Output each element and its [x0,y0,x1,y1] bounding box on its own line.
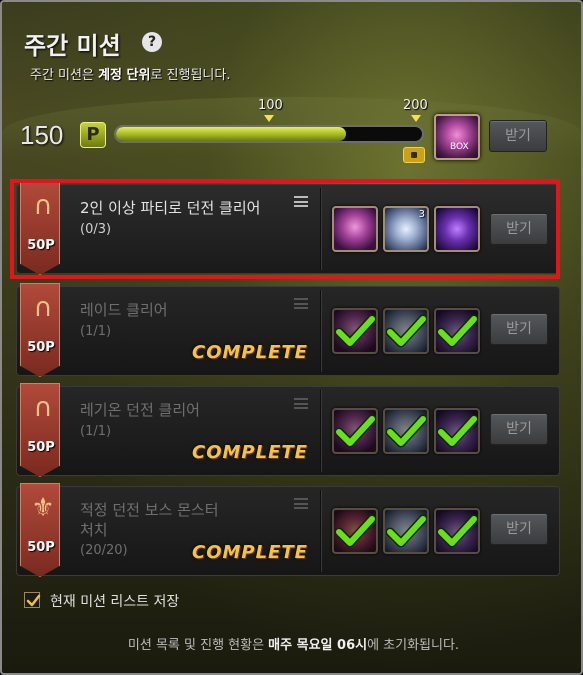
menu-icon[interactable] [294,398,308,409]
milestone-chest-icon [403,147,425,163]
tick-label-200: 200 [403,98,428,113]
checkmark-icon [335,514,375,548]
mission-name: 레이드 클리어 [80,301,168,319]
mission-row: ⚜ 50P 적정 던전 보스 몬스터 처치 (20/20) COMPLETE 받… [16,483,560,577]
row-divider [320,490,322,572]
checkbox-check-icon [26,594,41,607]
panel-title: 주간 미션 [24,32,121,60]
checkmark-icon [386,314,426,348]
checkmark-icon [335,314,375,348]
mission-points: 50P [27,340,55,355]
weekly-mission-panel: 주간 미션 ? 주간 미션은 계정 단위로 진행됩니다. 150 P 100 2… [0,0,583,675]
milestone-reward-chest-icon[interactable]: BOX [434,114,480,160]
row-divider [320,290,322,372]
arch-icon: ∩ [33,393,53,423]
checkmark-icon [386,414,426,448]
checkmark-icon [437,514,477,548]
mission-row: ∩ 50P 레기온 던전 클리어 (1/1) COMPLETE 받기 [16,383,560,477]
help-icon[interactable]: ? [142,32,162,52]
checkmark-icon [437,414,477,448]
claim-mission-button[interactable]: 받기 [490,413,548,445]
sword-icon: ⚜ [31,493,55,523]
row-divider [320,390,322,472]
selected-mission-highlight [10,179,560,279]
save-list-checkbox[interactable] [24,592,41,608]
mission-row: ∩ 50P 레이드 클리어 (1/1) COMPLETE 받기 [16,283,560,377]
claim-mission-button[interactable]: 받기 [490,513,548,545]
points-badge-icon: P [80,122,106,148]
points-progress-bar [114,125,424,143]
points-ribbon: ⚜ 50P [20,483,60,577]
menu-icon[interactable] [294,498,308,509]
panel-subtitle: 주간 미션은 계정 단위로 진행됩니다. [30,68,231,83]
mission-points: 50P [27,440,55,455]
tick-marker-200 [411,115,421,122]
mission-name: 레기온 던전 클리어 [80,401,200,419]
points-progress-fill [116,127,346,141]
mission-progress: (1/1) [80,324,112,339]
mission-name-line1: 적정 던전 보스 몬스터 [80,501,219,519]
points-ribbon: ∩ 50P [20,383,60,477]
points-ribbon: ∩ 50P [20,283,60,377]
checkmark-icon [437,314,477,348]
reset-notice: 미션 목록 및 진행 현황은 매주 목요일 06시에 초기화됩니다. [127,638,460,653]
mission-progress: (20/20) [80,543,128,558]
tick-marker-100 [264,115,274,122]
complete-stamp: COMPLETE [192,342,308,363]
checkmark-icon [335,414,375,448]
claim-mission-button[interactable]: 받기 [490,313,548,345]
claim-milestone-button[interactable]: 받기 [489,120,547,152]
mission-name-line2: 처치 [80,521,108,539]
mission-progress: (1/1) [80,424,112,439]
arch-icon: ∩ [33,293,53,323]
tick-label-100: 100 [258,98,283,113]
complete-stamp: COMPLETE [192,542,308,563]
save-list-label[interactable]: 현재 미션 리스트 저장 [50,591,179,611]
complete-stamp: COMPLETE [192,442,308,463]
checkmark-icon [386,514,426,548]
current-points: 150 [20,120,64,150]
menu-icon[interactable] [294,298,308,309]
mission-points: 50P [27,540,55,555]
